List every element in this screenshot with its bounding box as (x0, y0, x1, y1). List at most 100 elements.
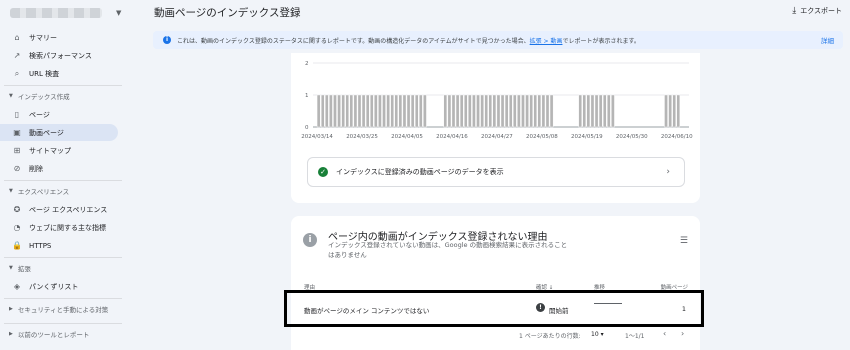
bar (451, 94, 456, 128)
sidebar-divider (4, 85, 122, 86)
bar (500, 94, 505, 128)
sidebar-item-2-0-label: パンくずリスト (29, 282, 79, 291)
sidebar-item-0-3-label: 削除 (29, 164, 43, 173)
x-tick-label: 2024/04/27 (481, 134, 513, 140)
banner-detail-link[interactable]: 詳細 (821, 35, 834, 45)
bar (594, 94, 599, 128)
sidebar-item-0-3[interactable]: ⊘ 削除 (0, 160, 118, 177)
bar (611, 94, 615, 128)
caret-down-icon: ▾ (600, 331, 604, 338)
bar (357, 94, 362, 128)
bar (353, 94, 358, 128)
sidebar-item-0-2-label: サイトマップ (29, 146, 71, 155)
bar (406, 94, 411, 128)
info-icon: i (303, 233, 317, 247)
sidebar-collapsed-section-0[interactable]: ▶ セキュリティと手動による対策 (0, 302, 128, 316)
download-icon: ⤓ (792, 6, 797, 16)
bar (419, 94, 423, 128)
caret-right-icon: ▶ (9, 331, 13, 337)
filter-icon[interactable]: ☰ (680, 236, 688, 246)
bar (325, 94, 329, 128)
bar (529, 94, 533, 128)
sidebar-item-1-1[interactable]: ◔ ウェブに関する主な指標 (0, 219, 118, 236)
bar (545, 94, 550, 128)
rows-per-page-select[interactable]: 10 ▾ (591, 331, 604, 338)
home-icon: ⌂ (14, 33, 20, 42)
x-tick-label: 2024/04/05 (391, 134, 423, 140)
sidebar-section-1[interactable]: ▼ エクスペリエンス (0, 184, 128, 198)
banner-link-video-enhancement[interactable]: 拡張 > 動画 (530, 36, 563, 45)
sidebar-collapsed-section-1[interactable]: ▶ 以前のツールとレポート (0, 327, 128, 341)
sidebar-item-0-0[interactable]: ▯ ページ (0, 106, 118, 123)
sidebar-item-1-0[interactable]: ✪ ページ エクスペリエンス (0, 201, 118, 218)
layers-icon: ◈ (13, 282, 21, 291)
bar (459, 94, 464, 128)
sidebar-section-0-label: インデックス作成 (17, 93, 70, 101)
bar (488, 94, 493, 128)
bar (672, 94, 676, 128)
caret-down-icon: ▼ (9, 188, 13, 194)
bar (468, 94, 472, 128)
bar (484, 94, 488, 128)
sidebar-item-2[interactable]: ⌕ URL 検査 (0, 65, 118, 82)
video-page-icon: ▣ (13, 128, 21, 137)
sidebar-item-0[interactable]: ⌂ サマリー (0, 29, 118, 46)
bar (598, 94, 603, 128)
sidebar-item-0-2[interactable]: ⊞ サイトマップ (0, 142, 118, 159)
chevron-down-icon: ▼ (116, 9, 122, 17)
x-tick-label: 2024/05/30 (616, 134, 648, 140)
bar (525, 94, 529, 128)
bar (370, 94, 374, 128)
removal-icon: ⊘ (13, 164, 21, 173)
lock-icon: 🔒 (12, 241, 22, 250)
sidebar-divider (4, 180, 122, 181)
export-label: エクスポート (800, 7, 842, 15)
bar (455, 94, 460, 128)
banner-text-before: これは、動画のインデックス登録のステータスに関するレポートです。動画の構造化デー… (177, 37, 530, 45)
sitemap-icon: ⊞ (13, 146, 21, 155)
sidebar-item-1-2[interactable]: 🔒 HTTPS (0, 237, 118, 254)
sidebar: ▼ ⌂ サマリー ↗ 検索パフォーマンス ⌕ URL 検査 ▼ インデックス作成 ▯ ページ ▣ 動画… (0, 0, 128, 350)
bar (602, 94, 607, 128)
property-selector[interactable]: ▼ (6, 4, 124, 22)
bar (345, 94, 349, 128)
page-range: 1〜1/1 (625, 333, 645, 340)
indexed-video-pages-link[interactable]: ✓ インデックスに登録済みの動画ページのデータを表示 › (307, 157, 685, 187)
bar (586, 94, 591, 128)
sidebar-divider (4, 298, 122, 299)
sidebar-item-2-0[interactable]: ◈ パンくずリスト (0, 278, 118, 295)
next-page-icon[interactable]: › (681, 329, 684, 338)
y-tick-label: 0 (305, 125, 309, 131)
sidebar-item-0-0-label: ページ (29, 110, 50, 119)
chevron-right-icon: › (666, 167, 670, 177)
bar (374, 94, 378, 128)
bar (337, 94, 341, 128)
bar (521, 94, 525, 128)
sidebar-section-0[interactable]: ▼ インデックス作成 (0, 89, 128, 103)
export-button[interactable]: ⤓ エクスポート (792, 6, 842, 16)
x-tick-label: 2024/04/16 (436, 134, 468, 140)
sidebar-collapsed-section-label: セキュリティと手動による対策 (17, 306, 109, 314)
bar (508, 94, 513, 128)
sidebar-divider (4, 323, 122, 324)
vitals-icon: ◔ (13, 223, 21, 232)
bar (517, 94, 521, 128)
bar (329, 94, 333, 128)
bar (607, 94, 611, 128)
sidebar-item-1-1-label: ウェブに関する主な指標 (29, 223, 106, 232)
bar (464, 94, 468, 128)
caret-down-icon: ▼ (9, 265, 13, 271)
bar (316, 94, 321, 128)
index-chart: 0 1 2 2024/03/14 2024/03/25 2024/04/05 2024/04… (301, 61, 693, 140)
y-tick-label: 1 (305, 93, 309, 99)
bar (349, 94, 354, 128)
rows-per-page-label: 1 ページあたりの行数: (519, 333, 581, 340)
prev-page-icon[interactable]: ‹ (663, 329, 666, 338)
search-icon: ⌕ (14, 68, 20, 78)
bar (533, 94, 537, 128)
sidebar-section-2[interactable]: ▼ 拡張 (0, 261, 128, 275)
sidebar-item-0-label: サマリー (29, 33, 57, 42)
sidebar-item-0-1[interactable]: ▣ 動画ページ (0, 124, 118, 141)
sidebar-item-1[interactable]: ↗ 検索パフォーマンス (0, 47, 118, 64)
bar (423, 94, 427, 128)
